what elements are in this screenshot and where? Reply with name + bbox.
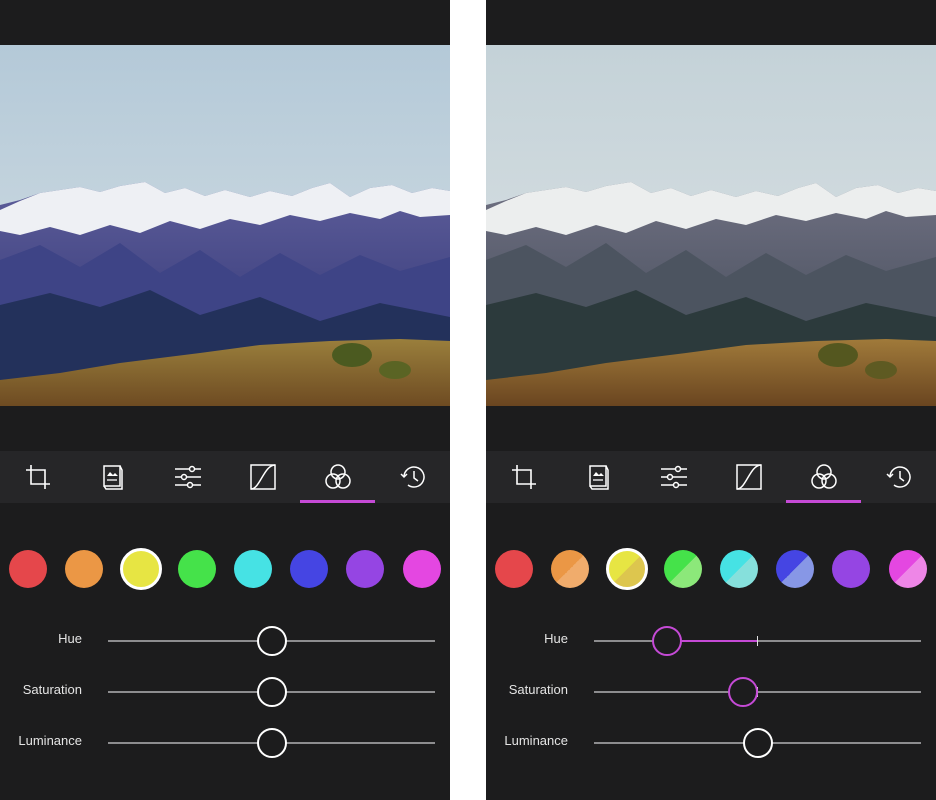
swatch-blue[interactable] — [290, 550, 328, 588]
saturation-slider[interactable] — [108, 677, 435, 707]
editor-panel-after: Hue Saturation Luminance — [486, 0, 936, 800]
swatch-orange-edited[interactable] — [551, 550, 589, 588]
curves-icon — [735, 464, 762, 490]
luminance-slider-thumb[interactable] — [257, 728, 287, 758]
history-tool[interactable] — [375, 451, 450, 503]
swatch-purple[interactable] — [832, 550, 870, 588]
curves-tool[interactable] — [225, 451, 300, 503]
hue-label: Hue — [58, 631, 82, 646]
luminance-slider-row: Luminance — [0, 728, 450, 771]
hsl-tool[interactable] — [786, 451, 861, 503]
tool-bar — [486, 451, 936, 503]
swatch-red[interactable] — [495, 550, 533, 588]
crop-tool[interactable] — [486, 451, 561, 503]
layers-tool[interactable] — [75, 451, 150, 503]
saturation-slider-row: Saturation — [486, 677, 936, 720]
swatch-aqua-edited[interactable] — [720, 550, 758, 588]
luminance-label: Luminance — [18, 733, 82, 748]
active-tab-indicator — [786, 500, 861, 503]
saturation-label: Saturation — [508, 682, 568, 697]
swatch-red[interactable] — [9, 550, 47, 588]
hue-slider-center-mark — [757, 636, 758, 646]
hue-slider[interactable] — [594, 626, 921, 656]
hue-label: Hue — [544, 631, 568, 646]
crop-tool[interactable] — [0, 451, 75, 503]
swatch-magenta[interactable] — [403, 550, 441, 588]
hue-slider-thumb[interactable] — [257, 626, 287, 656]
photo-preview — [486, 45, 936, 406]
swatch-magenta-edited[interactable] — [889, 550, 927, 588]
saturation-label: Saturation — [22, 682, 82, 697]
luminance-label: Luminance — [504, 733, 568, 748]
curves-icon — [249, 464, 276, 490]
swatch-blue-edited[interactable] — [776, 550, 814, 588]
swatch-yellow[interactable] — [120, 548, 162, 590]
hsl-color-icon — [810, 464, 837, 489]
adjust-sliders-icon — [660, 465, 687, 489]
luminance-slider-thumb[interactable] — [743, 728, 773, 758]
saturation-slider-row: Saturation — [0, 677, 450, 720]
saturation-slider[interactable] — [594, 677, 921, 707]
saturation-slider-thumb[interactable] — [257, 677, 287, 707]
swatch-aqua[interactable] — [234, 550, 272, 588]
luminance-slider[interactable] — [108, 728, 435, 758]
hue-slider[interactable] — [108, 626, 435, 656]
swatch-yellow-edited[interactable] — [606, 548, 648, 590]
crop-icon — [511, 465, 536, 489]
adjust-tool[interactable] — [636, 451, 711, 503]
saturation-slider-thumb[interactable] — [728, 677, 758, 707]
history-icon — [885, 466, 911, 488]
layers-icon — [588, 465, 609, 490]
layers-icon — [102, 465, 123, 490]
hue-slider-row: Hue — [486, 626, 936, 669]
swatch-purple[interactable] — [346, 550, 384, 588]
layers-tool[interactable] — [561, 451, 636, 503]
hue-slider-thumb[interactable] — [652, 626, 682, 656]
active-tab-indicator — [300, 500, 375, 503]
curves-tool[interactable] — [711, 451, 786, 503]
swatch-green-edited[interactable] — [664, 550, 702, 588]
editor-panel-before: Hue Saturation Luminance — [0, 0, 450, 800]
crop-icon — [25, 465, 50, 489]
photo-preview — [0, 45, 450, 406]
tool-bar — [0, 451, 450, 503]
adjust-sliders-icon — [174, 465, 201, 489]
swatch-green[interactable] — [178, 550, 216, 588]
luminance-slider-row: Luminance — [486, 728, 936, 771]
history-tool[interactable] — [861, 451, 936, 503]
history-icon — [399, 466, 425, 488]
luminance-slider[interactable] — [594, 728, 921, 758]
swatch-orange[interactable] — [65, 550, 103, 588]
adjust-tool[interactable] — [150, 451, 225, 503]
hsl-tool[interactable] — [300, 451, 375, 503]
hsl-color-icon — [324, 464, 351, 489]
hue-slider-row: Hue — [0, 626, 450, 669]
